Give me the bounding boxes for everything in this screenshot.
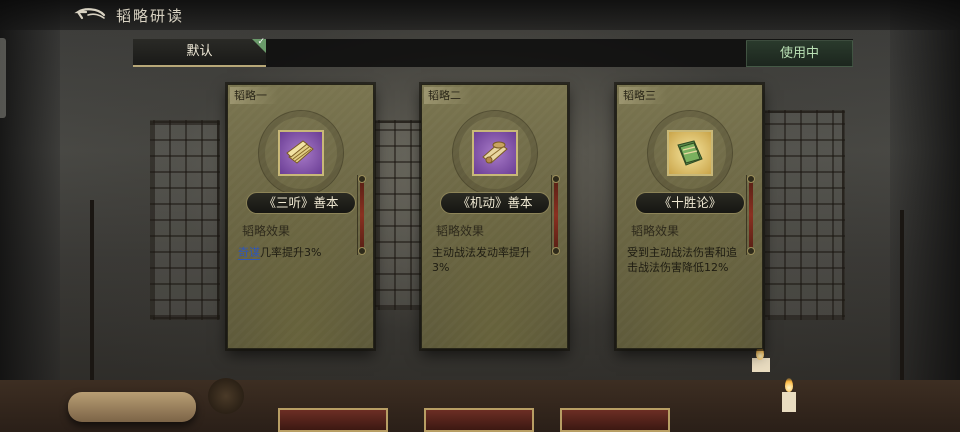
book-prop-1 bbox=[278, 408, 388, 432]
book-name: 《机动》善本 bbox=[440, 192, 550, 214]
card-tag: 韬略三 bbox=[619, 87, 667, 104]
strategy-card-3[interactable]: 韬略三 《十胜论》 韬略效果 受到主动战法伤害和追击战法伤害降低12% bbox=[616, 84, 763, 349]
strategy-card-1[interactable]: 韬略一 《三听》善本 韬略效果 奇谋几率提升3% bbox=[227, 84, 374, 349]
item-slot[interactable] bbox=[278, 130, 324, 176]
rail-knob-top bbox=[552, 175, 560, 183]
candlestick-left bbox=[90, 200, 94, 380]
in-use-button[interactable]: 使用中 bbox=[746, 40, 853, 67]
purple-scroll-icon bbox=[482, 141, 508, 164]
rail-knob-bottom bbox=[358, 247, 366, 255]
rail-knob-top bbox=[358, 175, 366, 183]
book-prop-2 bbox=[424, 408, 534, 432]
back-arrow-icon[interactable] bbox=[74, 6, 108, 24]
item-slot[interactable] bbox=[667, 130, 713, 176]
preset-tab-label: 默认 bbox=[186, 44, 213, 59]
rail-bar bbox=[554, 181, 558, 249]
card-rail bbox=[746, 175, 755, 255]
purple-scroll-icon bbox=[286, 140, 314, 164]
effect-title: 韬略效果 bbox=[436, 224, 485, 238]
gold-book-icon bbox=[677, 140, 703, 166]
book-name: 《十胜论》 bbox=[635, 192, 745, 214]
effect-keyword-link[interactable]: 奇谋 bbox=[238, 246, 260, 260]
lattice-window-right bbox=[765, 110, 845, 320]
strategy-card-2[interactable]: 韬略二 《机动》善本 韬略效果 主动战法发动率提升3% bbox=[421, 84, 568, 349]
card-tag: 韬略二 bbox=[424, 87, 472, 104]
item-slot[interactable] bbox=[472, 130, 518, 176]
curtain-left bbox=[0, 0, 60, 432]
candle-short bbox=[752, 358, 770, 372]
incense-burner-prop bbox=[208, 378, 244, 414]
card-rail bbox=[357, 175, 366, 255]
bamboo-scroll-prop bbox=[68, 392, 196, 422]
check-icon: ✓ bbox=[257, 37, 265, 47]
card-rail bbox=[551, 175, 560, 255]
preset-tab-default[interactable]: 默认 ✓ bbox=[133, 37, 266, 67]
book-name: 《三听》善本 bbox=[246, 192, 356, 214]
effect-title: 韬略效果 bbox=[242, 224, 291, 238]
side-drawer-handle[interactable] bbox=[0, 38, 6, 118]
candle-tall bbox=[782, 392, 796, 412]
book-prop-3 bbox=[560, 408, 670, 432]
lattice-window-center bbox=[375, 120, 425, 310]
rail-knob-bottom bbox=[552, 247, 560, 255]
effect-description: 奇谋几率提升3% bbox=[238, 245, 352, 260]
rail-knob-bottom bbox=[747, 247, 755, 255]
rail-bar bbox=[360, 181, 364, 249]
page-title: 韬略研读 bbox=[116, 7, 185, 25]
candle-flame-2 bbox=[785, 378, 793, 392]
effect-text: 几率提升3% bbox=[260, 246, 322, 259]
candlestick-right bbox=[900, 210, 904, 380]
rail-knob-top bbox=[747, 175, 755, 183]
effect-description: 受到主动战法伤害和追击战法伤害降低12% bbox=[627, 246, 737, 274]
card-tag: 韬略一 bbox=[230, 87, 278, 104]
lattice-window-left bbox=[150, 120, 220, 320]
effect-description: 主动战法发动率提升3% bbox=[432, 246, 531, 274]
effect-title: 韬略效果 bbox=[631, 224, 680, 238]
rail-bar bbox=[749, 181, 753, 249]
